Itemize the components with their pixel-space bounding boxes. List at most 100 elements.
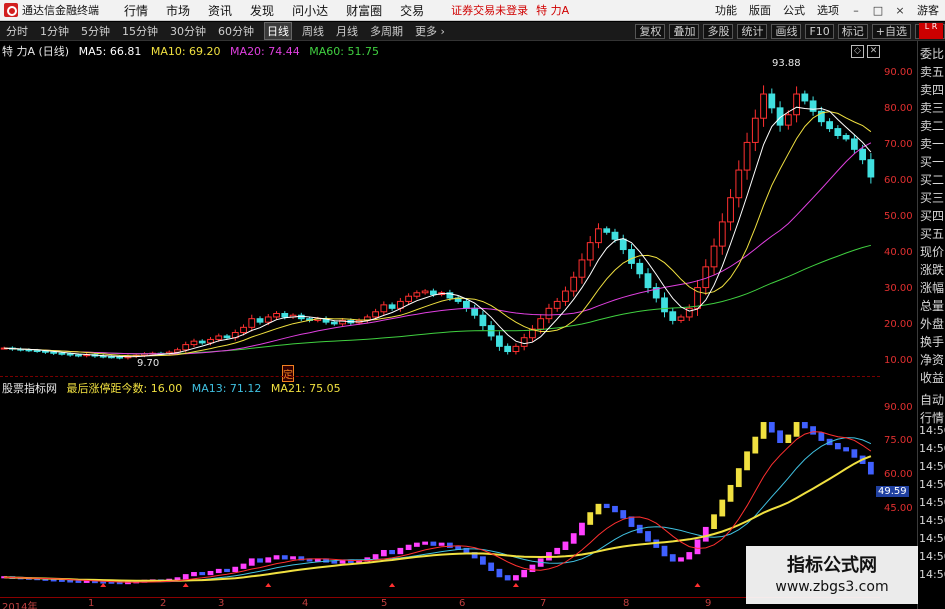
menu-market[interactable]: 市场 [166, 2, 190, 19]
buy-signal-arrow [389, 583, 396, 587]
tick-time: 14:50 [919, 442, 945, 455]
tab-15min[interactable]: 15分钟 [120, 23, 160, 39]
high-price-label: 93.88 [772, 58, 801, 69]
sidebar-item-sell1[interactable]: 卖一 [918, 135, 945, 153]
buy-signal-arrow [100, 583, 107, 587]
indicator-bar [711, 514, 717, 530]
candle-body [223, 335, 231, 339]
candle-body [751, 117, 759, 143]
indicator-bar [587, 512, 594, 525]
tab-more[interactable]: 更多 › [413, 23, 447, 39]
guest-label[interactable]: 游客 [917, 2, 939, 18]
header-stock-name: 特 力A [536, 4, 570, 17]
menu-news[interactable]: 资讯 [208, 2, 232, 19]
menu-trade[interactable]: 交易 [400, 2, 424, 19]
overlay-button[interactable]: 叠加 [669, 23, 700, 39]
candle-body [504, 345, 512, 353]
sidebar-item-buy2[interactable]: 买二 [918, 171, 945, 189]
sidebar-item-buy4[interactable]: 买四 [918, 207, 945, 225]
menu-functions[interactable]: 功能 [715, 2, 737, 18]
stats-button[interactable]: 统计 [737, 23, 768, 39]
minimize-button[interactable]: – [848, 4, 864, 17]
candle-body [471, 307, 479, 316]
candle-body [809, 100, 817, 112]
sidebar-item-earnings[interactable]: 收益 [918, 369, 945, 387]
sidebar-item-netasset[interactable]: 净资 [918, 351, 945, 369]
watermark-title: 指标公式网 [787, 555, 877, 576]
tab-daily[interactable]: 日线 [264, 22, 292, 40]
candle-body [636, 262, 644, 275]
menu-ask[interactable]: 问小达 [292, 2, 328, 19]
sidebar-item-buy5[interactable]: 买五 [918, 225, 945, 243]
tab-multi-period[interactable]: 多周期 [368, 23, 405, 39]
sidebar-item-outer[interactable]: 外盘 [918, 315, 945, 333]
tick-time: 14:50 [919, 568, 945, 581]
menu-wealth-circle[interactable]: 财富圈 [346, 2, 382, 19]
indicator-bar [785, 434, 792, 444]
sidebar-item-pct[interactable]: 涨幅 [918, 279, 945, 297]
candle-body [669, 311, 677, 321]
f10-button[interactable]: F10 [805, 23, 834, 39]
sidebar-item-buy3[interactable]: 买三 [918, 189, 945, 207]
indicator-bar [595, 503, 602, 515]
maximize-button[interactable]: □ [870, 4, 886, 17]
menu-layout[interactable]: 版面 [749, 2, 771, 18]
tab-weekly[interactable]: 周线 [300, 23, 326, 39]
sidebar-item-sell3[interactable]: 卖三 [918, 99, 945, 117]
tab-5min[interactable]: 5分钟 [79, 23, 112, 39]
sidebar-item-price[interactable]: 现价 [918, 243, 945, 261]
sidebar-item-turnover[interactable]: 换手 [918, 333, 945, 351]
sidebar-item-sell2[interactable]: 卖二 [918, 117, 945, 135]
sidebar-item-change[interactable]: 涨跌 [918, 261, 945, 279]
xtick-4: 4 [302, 598, 309, 609]
indicator-bar [521, 569, 528, 578]
candle-body [677, 316, 685, 321]
app-title: 通达信金融终端 [22, 4, 99, 17]
sidebar-item-sell4[interactable]: 卖四 [918, 81, 945, 99]
candle-body [826, 121, 833, 130]
tab-intraday[interactable]: 分时 [4, 23, 30, 39]
indicator-bar [867, 461, 874, 475]
tab-monthly[interactable]: 月线 [334, 23, 360, 39]
indicator-bar [579, 522, 585, 536]
sidebar-item-sell5[interactable]: 卖五 [918, 63, 945, 81]
candle-body [537, 318, 545, 330]
watermark-url: www.zbgs3.com [775, 579, 889, 595]
sidebar-item-buy1[interactable]: 买一 [918, 153, 945, 171]
main-candlestick-chart[interactable] [0, 56, 882, 374]
candle-body [116, 356, 124, 359]
multi-stock-button[interactable]: 多股 [703, 23, 734, 39]
indicator-bar [191, 572, 197, 577]
indicator-bar [777, 430, 783, 444]
sidebar-item-weibi[interactable]: 委比 [918, 45, 945, 63]
menu-formula[interactable]: 公式 [783, 2, 805, 18]
candle-body [108, 356, 115, 359]
mark-button[interactable]: 标记 [837, 23, 868, 39]
candle-body [570, 276, 578, 292]
add-favorite-button[interactable]: +自选 [871, 23, 911, 39]
indicator-bar [397, 547, 404, 555]
sidebar-item-volume[interactable]: 总量 [918, 297, 945, 315]
tab-30min[interactable]: 30分钟 [168, 23, 208, 39]
indicator-bar [232, 566, 239, 573]
menu-options[interactable]: 选项 [817, 2, 839, 18]
indicator-bar [248, 558, 255, 566]
lr-badge[interactable]: L R [919, 23, 943, 39]
candle-body [520, 337, 528, 347]
toolbar-right-buttons: 复权 叠加 多股 统计 画线 F10 标记 +自选 返回 [631, 23, 945, 39]
menu-quotes[interactable]: 行情 [124, 2, 148, 19]
tick-time: 14:50 [919, 514, 945, 527]
indicator-bar [620, 510, 627, 519]
trade-login-status[interactable]: 证券交易未登录 [451, 2, 528, 18]
candle-body [256, 318, 264, 323]
menu-discover[interactable]: 发现 [250, 2, 274, 19]
draw-line-button[interactable]: 画线 [771, 23, 802, 39]
close-button[interactable]: × [892, 4, 908, 17]
tab-1min[interactable]: 1分钟 [38, 23, 71, 39]
adjust-button[interactable]: 复权 [635, 23, 666, 39]
indicator-bar [257, 558, 263, 563]
tab-60min[interactable]: 60分钟 [216, 23, 256, 39]
candle-body [190, 340, 198, 346]
tick-time: 14:50 [919, 460, 945, 473]
sidebar-item-auto[interactable]: 自动 [918, 391, 945, 409]
